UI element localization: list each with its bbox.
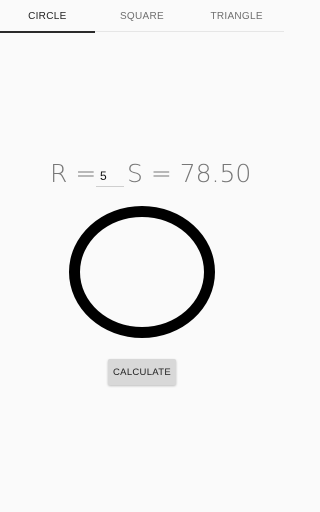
- tab-square[interactable]: SQUARE: [95, 0, 190, 32]
- tab-circle[interactable]: CIRCLE: [0, 0, 95, 33]
- calculate-button[interactable]: CALCULATE: [108, 359, 176, 385]
- tab-circle-label: CIRCLE: [28, 10, 67, 22]
- radius-label: R =: [50, 159, 97, 188]
- tab-active-indicator: [0, 31, 95, 33]
- tab-bar: CIRCLE SQUARE TRIANGLE: [0, 0, 284, 33]
- circle-shape: [69, 206, 215, 338]
- tab-triangle[interactable]: TRIANGLE: [189, 0, 284, 32]
- area-result: S = 78.50: [127, 159, 252, 188]
- tab-triangle-label: TRIANGLE: [210, 10, 263, 22]
- tab-square-label: SQUARE: [119, 10, 164, 22]
- radius-input[interactable]: [96, 165, 124, 187]
- formula-row: R = S = 78.50: [0, 157, 284, 191]
